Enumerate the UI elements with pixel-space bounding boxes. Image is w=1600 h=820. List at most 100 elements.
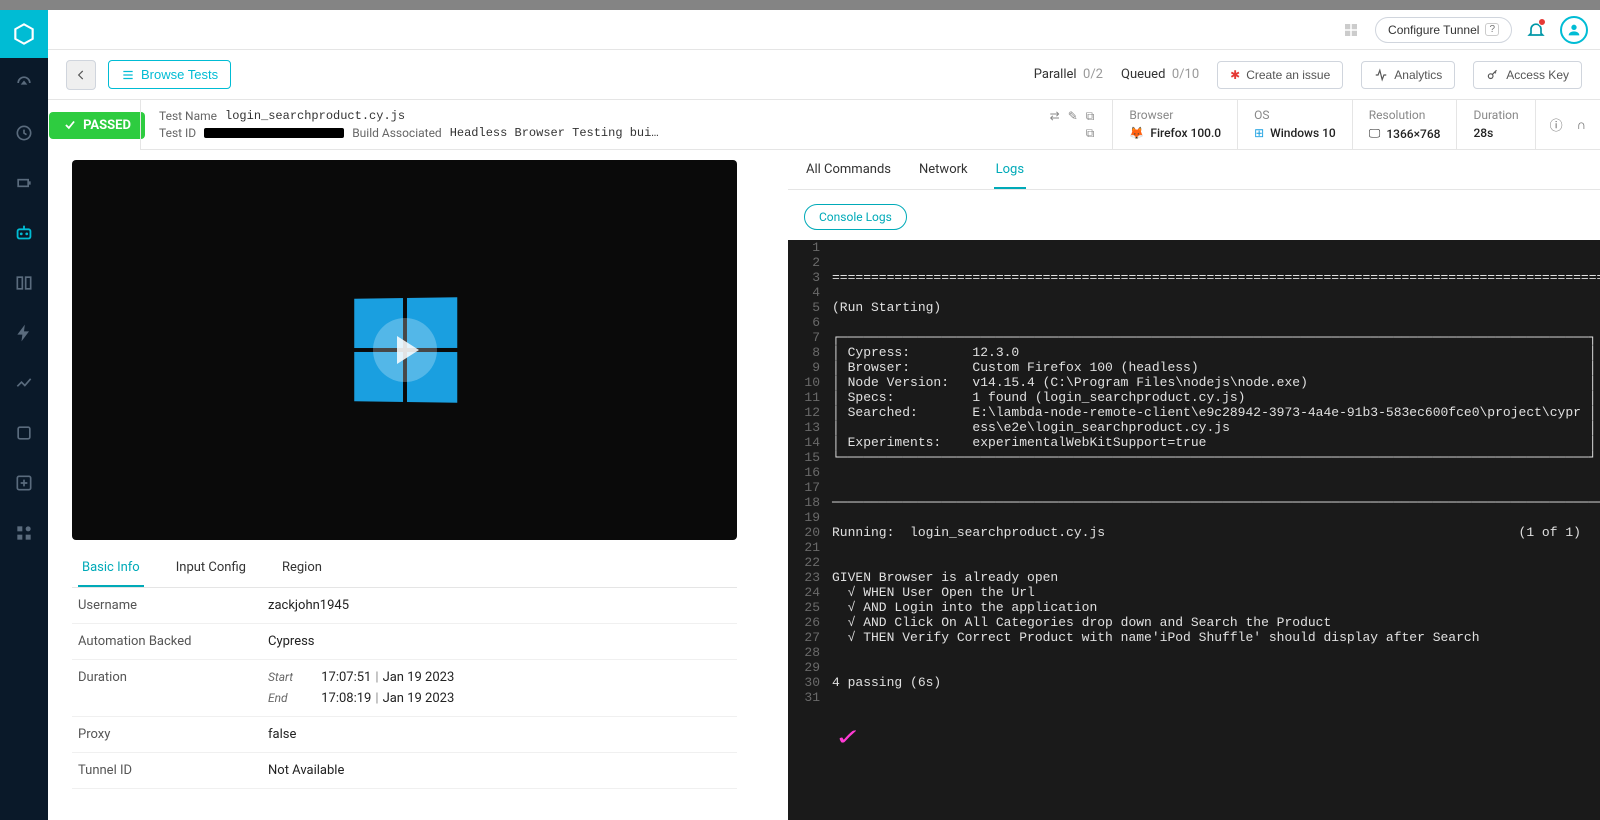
console-line: 21 (788, 540, 1600, 555)
sidebar-item-device[interactable] (0, 408, 48, 458)
build-assoc-label: Build Associated (352, 126, 442, 140)
console-line: 13│ ess\e2e\login_searchproduct.cy.js │ (788, 420, 1600, 435)
duration-env-value: 28s (1473, 126, 1518, 140)
start-sub: Start (268, 670, 318, 684)
settings-inline-icon[interactable]: ⇄ (1050, 109, 1060, 124)
console-output[interactable]: 123=====================================… (788, 240, 1600, 820)
env-resolution-cell: Resolution 🖵1366×768 (1352, 100, 1457, 150)
bug-icon: ✱ (1230, 68, 1240, 82)
parallel-label: Parallel (1034, 67, 1077, 82)
console-line: 15└─────────────────────────────────────… (788, 450, 1600, 465)
video-preview[interactable] (72, 160, 737, 540)
proxy-val: false (268, 727, 296, 742)
chevron-left-icon (74, 68, 88, 82)
bolt-icon (14, 323, 34, 343)
tab-region[interactable]: Region (278, 550, 326, 587)
end-time: 17:08:19 (321, 691, 371, 706)
brand-logo[interactable] (0, 10, 48, 58)
play-button-icon[interactable] (373, 318, 437, 382)
cube-icon (11, 21, 37, 47)
console-line: 8│ Cypress: 12.3.0 │ (788, 345, 1600, 360)
console-line: 25 √ AND Login into the application (788, 600, 1600, 615)
username-val: zackjohn1945 (268, 598, 349, 613)
gauge-icon (14, 73, 34, 93)
console-line: 3=======================================… (788, 270, 1600, 285)
browser-value: Firefox 100.0 (1150, 126, 1221, 140)
queued-value: 0/10 (1172, 67, 1199, 82)
console-line: 17 (788, 480, 1600, 495)
sidebar-item-dashboard[interactable] (0, 58, 48, 108)
check-icon (63, 118, 77, 132)
test-name-label: Test Name (159, 109, 217, 123)
sidebar-item-analytics[interactable] (0, 358, 48, 408)
env-duration-cell: Duration 28s (1456, 100, 1534, 150)
copy-icon[interactable]: ⧉ (1086, 109, 1095, 124)
console-line: 28 (788, 645, 1600, 660)
resolution-value: 1366×768 (1386, 127, 1440, 141)
console-line: 2 (788, 255, 1600, 270)
sidebar-item-battery[interactable] (0, 158, 48, 208)
console-line: 18──────────────────────────────────────… (788, 495, 1600, 510)
console-line: 4 (788, 285, 1600, 300)
test-name-value: login_searchproduct.cy.js (225, 109, 405, 123)
console-line: 10│ Node Version: v14.15.4 (C:\Program F… (788, 375, 1600, 390)
access-key-button[interactable]: Access Key (1473, 61, 1582, 89)
console-line: 23GIVEN Browser is already open (788, 570, 1600, 585)
console-logs-chip[interactable]: Console Logs (804, 204, 907, 230)
trend-icon (14, 373, 34, 393)
create-issue-button[interactable]: ✱ Create an issue (1217, 61, 1343, 89)
tab-basic-info[interactable]: Basic Info (78, 550, 144, 587)
sidebar-item-books[interactable] (0, 258, 48, 308)
console-line: 1 (788, 240, 1600, 255)
analytics-button[interactable]: Analytics (1361, 61, 1455, 89)
console-line: 14│ Experiments: experimentalWebKitSuppo… (788, 435, 1600, 450)
console-line: 11│ Specs: 1 found (login_searchproduct.… (788, 390, 1600, 405)
start-date: Jan 19 2023 (383, 670, 455, 685)
apps-grid-icon[interactable] (1337, 16, 1365, 44)
env-right-icons: ⓘ ∩ (1535, 100, 1600, 150)
firefox-icon: 🦊 (1129, 126, 1144, 140)
sidebar-item-bolt[interactable] (0, 308, 48, 358)
tab-network[interactable]: Network (917, 152, 970, 189)
backed-key: Automation Backed (78, 634, 268, 649)
info-tabs: Basic Info Input Config Region (72, 550, 737, 588)
configure-tunnel-button[interactable]: Configure Tunnel ? (1375, 17, 1512, 43)
console-line: 27 √ THEN Verify Correct Product with na… (788, 630, 1600, 645)
tunnel-key: Tunnel ID (78, 763, 268, 778)
edit-icon[interactable]: ✎ (1068, 109, 1078, 124)
tunnel-val: Not Available (268, 763, 344, 778)
list-icon (121, 68, 135, 82)
plus-box-icon (14, 473, 34, 493)
user-icon (1566, 22, 1582, 38)
headset-icon[interactable]: ∩ (1577, 117, 1586, 133)
info-icon[interactable]: ⓘ (1550, 115, 1563, 134)
sidebar-item-apps[interactable] (0, 508, 48, 558)
clock-icon (14, 123, 34, 143)
annotation-tick-icon: ✓ (837, 722, 859, 753)
copy-build-icon[interactable]: ⧉ (1086, 126, 1095, 141)
back-button[interactable] (66, 60, 96, 90)
access-key-label: Access Key (1506, 68, 1569, 82)
device-icon (14, 423, 34, 443)
start-time: 17:07:51 (321, 670, 371, 685)
tab-input-config[interactable]: Input Config (172, 550, 250, 587)
key-icon (1486, 68, 1500, 82)
user-avatar[interactable] (1560, 16, 1588, 44)
log-tabs: All Commands Network Logs (788, 150, 1600, 190)
notifications-button[interactable] (1522, 16, 1550, 44)
console-line: 19 (788, 510, 1600, 525)
header-top-bar: Configure Tunnel ? (48, 10, 1600, 50)
tab-all-commands[interactable]: All Commands (804, 152, 893, 189)
status-badge: PASSED (49, 112, 145, 139)
test-id-label: Test ID (159, 126, 196, 140)
battery-icon (14, 173, 34, 193)
panels-icon (14, 273, 34, 293)
browse-tests-button[interactable]: Browse Tests (108, 60, 231, 89)
sidebar-item-realtime[interactable] (0, 108, 48, 158)
console-line: 22 (788, 555, 1600, 570)
sidebar-item-add[interactable] (0, 458, 48, 508)
analytics-label: Analytics (1394, 68, 1442, 82)
robot-icon (13, 222, 35, 244)
tab-logs[interactable]: Logs (994, 152, 1026, 189)
sidebar-item-automation[interactable] (0, 208, 48, 258)
